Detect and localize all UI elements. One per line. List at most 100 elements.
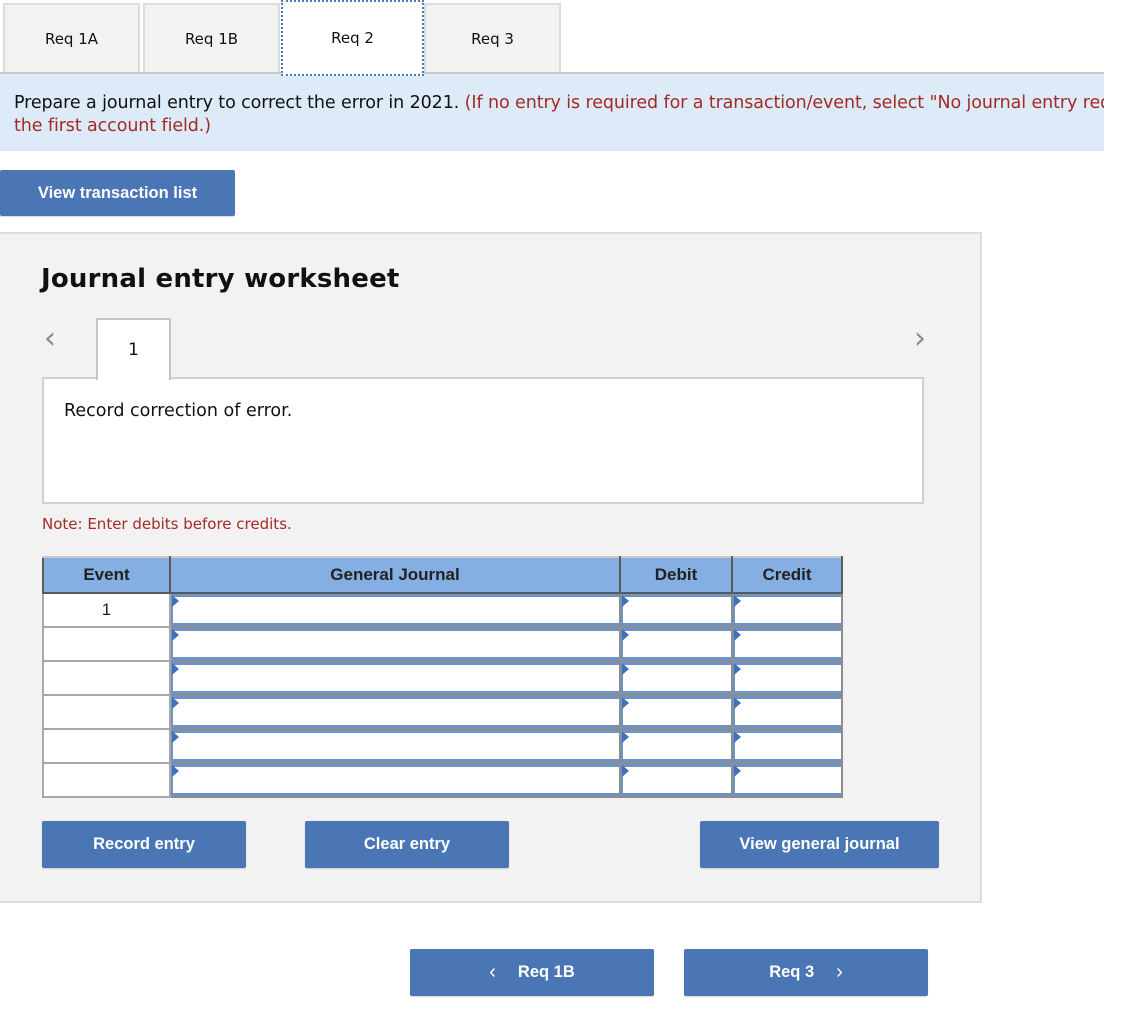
debit-field[interactable]	[621, 696, 731, 728]
credit-field-cell	[731, 660, 843, 696]
account-field-cell	[169, 592, 621, 628]
view-transaction-list-button[interactable]: View transaction list	[0, 170, 235, 216]
tab-label: Req 3	[471, 30, 514, 48]
dropdown-indicator-icon	[734, 765, 741, 777]
dropdown-indicator-icon	[734, 595, 741, 607]
credit-field-cell	[731, 694, 843, 730]
credit-field[interactable]	[733, 730, 841, 762]
account-field[interactable]	[171, 662, 619, 694]
credit-field-cell	[731, 592, 843, 628]
debit-field[interactable]	[621, 662, 731, 694]
table-row	[42, 660, 843, 696]
dropdown-indicator-icon	[172, 765, 179, 777]
chevron-left-icon: ‹	[489, 961, 496, 983]
instruction-hint: (If no entry is required for a transacti…	[464, 93, 1104, 113]
chevron-left-icon[interactable]: ‹	[44, 324, 56, 354]
header-general-journal: General Journal	[169, 556, 621, 594]
debits-credits-note: Note: Enter debits before credits.	[42, 515, 292, 533]
event-cell: 1	[42, 592, 171, 628]
account-field-cell	[169, 626, 621, 662]
account-field[interactable]	[171, 628, 619, 660]
account-field[interactable]	[171, 730, 619, 762]
account-field-cell	[169, 762, 621, 798]
tab-req-1a[interactable]: Req 1A	[3, 3, 140, 73]
event-cell	[42, 694, 171, 730]
entry-description: Record correction of error.	[64, 401, 293, 421]
instruction-banner: Prepare a journal entry to correct the e…	[0, 74, 1104, 151]
dropdown-indicator-icon	[172, 697, 179, 709]
debit-field[interactable]	[621, 730, 731, 762]
tab-req-2[interactable]: Req 2	[281, 0, 424, 76]
debit-field-cell	[619, 626, 733, 662]
tab-req-1b[interactable]: Req 1B	[143, 3, 280, 73]
table-row	[42, 626, 843, 662]
entry-description-box: Record correction of error.	[42, 377, 924, 504]
chevron-right-icon[interactable]: ›	[914, 324, 926, 354]
debit-field[interactable]	[621, 628, 731, 660]
record-entry-button[interactable]: Record entry	[42, 821, 246, 868]
account-field-cell	[169, 694, 621, 730]
clear-entry-button[interactable]: Clear entry	[305, 821, 509, 868]
tab-label: Req 1B	[184, 30, 239, 48]
table-header-row: Event General Journal Debit Credit	[42, 556, 843, 594]
event-cell	[42, 660, 171, 696]
table-row	[42, 762, 843, 798]
credit-field[interactable]	[733, 696, 841, 728]
debit-field-cell	[619, 660, 733, 696]
dropdown-indicator-icon	[734, 629, 741, 641]
credit-field-cell	[731, 762, 843, 798]
credit-field[interactable]	[733, 594, 841, 626]
dropdown-indicator-icon	[172, 595, 179, 607]
journal-entry-worksheet: Journal entry worksheet ‹ › 1 Record cor…	[0, 232, 982, 903]
account-field[interactable]	[171, 764, 619, 796]
header-event: Event	[42, 556, 171, 594]
event-cell	[42, 626, 171, 662]
prev-requirement-label: Req 1B	[517, 963, 575, 981]
debit-field-cell	[619, 592, 733, 628]
instruction-line-1: Prepare a journal entry to correct the e…	[14, 93, 1104, 113]
dropdown-indicator-icon	[622, 765, 629, 777]
table-row	[42, 728, 843, 764]
account-field[interactable]	[171, 594, 619, 626]
debit-field[interactable]	[621, 764, 731, 796]
account-field[interactable]	[171, 696, 619, 728]
entry-tab-1[interactable]: 1	[96, 318, 171, 380]
header-credit: Credit	[731, 556, 843, 594]
debit-field-cell	[619, 694, 733, 730]
debit-field[interactable]	[621, 594, 731, 626]
tab-label: Req 2	[331, 29, 374, 47]
event-cell	[42, 762, 171, 798]
dropdown-indicator-icon	[622, 697, 629, 709]
table-row	[42, 694, 843, 730]
chevron-right-icon: ›	[836, 961, 843, 983]
account-field-cell	[169, 728, 621, 764]
entry-tab-label: 1	[128, 340, 139, 360]
dropdown-indicator-icon	[622, 629, 629, 641]
tab-label: Req 1A	[44, 30, 99, 48]
next-requirement-button[interactable]: Req 3 ›	[684, 949, 928, 996]
dropdown-indicator-icon	[172, 663, 179, 675]
instruction-text: Prepare a journal entry to correct the e…	[14, 93, 465, 113]
prev-requirement-button[interactable]: ‹ Req 1B	[410, 949, 654, 996]
credit-field[interactable]	[733, 662, 841, 694]
tab-req-3[interactable]: Req 3	[424, 3, 561, 73]
dropdown-indicator-icon	[622, 595, 629, 607]
credit-field[interactable]	[733, 628, 841, 660]
table-row: 1	[42, 592, 843, 628]
dropdown-indicator-icon	[622, 663, 629, 675]
debit-field-cell	[619, 728, 733, 764]
debit-field-cell	[619, 762, 733, 798]
dropdown-indicator-icon	[734, 731, 741, 743]
view-general-journal-button[interactable]: View general journal	[700, 821, 939, 868]
requirement-tabs: Req 1A Req 1B Req 2 Req 3	[0, 0, 1104, 76]
credit-field[interactable]	[733, 764, 841, 796]
account-field-cell	[169, 660, 621, 696]
credit-field-cell	[731, 626, 843, 662]
dropdown-indicator-icon	[172, 731, 179, 743]
dropdown-indicator-icon	[734, 697, 741, 709]
next-requirement-label: Req 3	[769, 963, 815, 981]
credit-field-cell	[731, 728, 843, 764]
event-cell	[42, 728, 171, 764]
journal-table: Event General Journal Debit Credit 1	[42, 556, 843, 798]
dropdown-indicator-icon	[172, 629, 179, 641]
